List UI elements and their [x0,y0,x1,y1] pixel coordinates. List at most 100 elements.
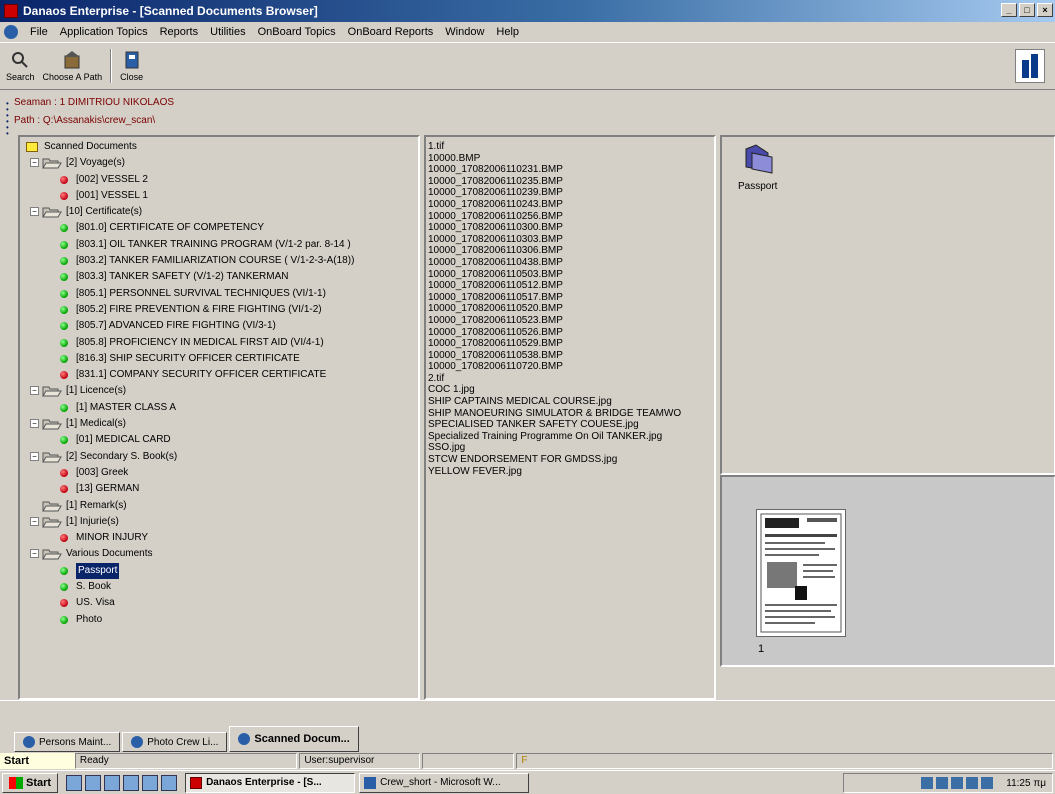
taskbar-word[interactable]: Crew_short - Microsoft W... [359,772,530,793]
tree-item[interactable]: − [1] Injurie(s) [20,514,418,530]
collapse-toggle[interactable]: − [30,549,39,559]
splitter-dots[interactable]: • • • • • • [6,100,10,138]
file-list-item[interactable]: 10000_17082006110256.BMP [426,211,714,223]
file-list-item[interactable]: YELLOW FEVER.jpg [426,466,714,478]
file-list-item[interactable]: 10000_17082006110243.BMP [426,199,714,211]
file-list-item[interactable]: 10000_17082006110529.BMP [426,338,714,350]
quick-launch-save-icon[interactable] [161,774,178,791]
file-list-item[interactable]: STCW ENDORSEMENT FOR GMDSS.jpg [426,454,714,466]
tree-item[interactable]: [13] GERMAN [20,481,418,497]
menu-reports[interactable]: Reports [154,26,205,38]
file-list-item[interactable]: Specialized Training Programme On Oil TA… [426,431,714,443]
tree-item[interactable]: − [2] Secondary S. Book(s) [20,449,418,465]
tab-scanned-documents[interactable]: Scanned Docum... [229,726,359,752]
file-list-item[interactable]: 10000_17082006110526.BMP [426,327,714,339]
file-list-item[interactable]: 10000_17082006110517.BMP [426,292,714,304]
menu-utilities[interactable]: Utilities [204,26,251,38]
tray-language-icon[interactable] [981,777,994,789]
tree-item[interactable]: [805.1] PERSONNEL SURVIVAL TECHNIQUES (V… [20,286,418,302]
tree-item[interactable]: [001] VESSEL 1 [20,188,418,204]
tree-item[interactable]: [1] MASTER CLASS A [20,400,418,416]
tree-item[interactable]: [801.0] CERTIFICATE OF COMPETENCY [20,220,418,236]
file-list-item[interactable]: SPECIALISED TANKER SAFETY COUESE.jpg [426,419,714,431]
file-list-item[interactable]: 10000_17082006110235.BMP [426,176,714,188]
tree-item[interactable]: − [2] Voyage(s) [20,155,418,171]
file-list-item[interactable]: COC 1.jpg [426,384,714,396]
file-list-item[interactable]: 10000_17082006110520.BMP [426,303,714,315]
menu-file[interactable]: File [24,26,54,38]
quick-launch-desktop-icon[interactable] [66,774,83,791]
collapse-toggle[interactable]: − [30,516,39,526]
tree-item[interactable]: [805.2] FIRE PREVENTION & FIRE FIGHTING … [20,302,418,318]
menu-window[interactable]: Window [439,26,490,38]
menu-onboard-topics[interactable]: OnBoard Topics [252,26,342,38]
collapse-toggle[interactable]: − [30,158,39,168]
tree-item[interactable]: [803.1] OIL TANKER TRAINING PROGRAM (V/1… [20,237,418,253]
tree-item[interactable]: − [1] Medical(s) [20,416,418,432]
maximize-button[interactable]: □ [1019,3,1035,17]
quick-launch-app-icon[interactable] [104,774,121,791]
scanned-page-thumbnail[interactable] [756,509,846,637]
file-list-item[interactable]: 10000_17082006110300.BMP [426,222,714,234]
taskbar-danaos[interactable]: Danaos Enterprise - [S... [185,772,356,793]
start-button[interactable]: Start [2,772,59,793]
tray-app-icon[interactable] [966,777,979,789]
file-list-item[interactable]: SHIP CAPTAINS MEDICAL COURSE.jpg [426,396,714,408]
choose-path-button[interactable]: Choose A Path [43,50,102,82]
file-list-item[interactable]: 10000_17082006110503.BMP [426,269,714,281]
tree-item[interactable]: US. Visa [20,595,418,611]
menu-help[interactable]: Help [490,26,525,38]
tree-item[interactable]: Scanned Documents [20,139,418,155]
file-list-item[interactable]: 10000_17082006110306.BMP [426,245,714,257]
menu-onboard-reports[interactable]: OnBoard Reports [342,26,440,38]
search-button[interactable]: Search [6,50,35,82]
quick-launch-app-icon[interactable] [85,774,102,791]
tree-item[interactable]: Photo [20,612,418,628]
collapse-toggle[interactable]: − [30,207,39,217]
tray-app-icon[interactable] [951,777,964,789]
file-list-item[interactable]: 10000_17082006110303.BMP [426,234,714,246]
tree-item[interactable]: [003] Greek [20,465,418,481]
tree-item[interactable]: MINOR INJURY [20,530,418,546]
tree-item[interactable]: − Various Documents [20,546,418,562]
tree-item[interactable]: [803.2] TANKER FAMILIARIZATION COURSE ( … [20,253,418,269]
tray-network-icon[interactable] [921,777,934,789]
tree-item[interactable]: [805.8] PROFICIENCY IN MEDICAL FIRST AID… [20,335,418,351]
document-tree[interactable]: Scanned Documents − [2] Voyage(s) [002] VES… [18,135,420,700]
tray-app-icon[interactable] [936,777,949,789]
window-title-bar[interactable]: Danaos Enterprise - [Scanned Documents B… [0,0,1055,22]
tree-item[interactable]: [805.7] ADVANCED FIRE FIGHTING (VI/3-1) [20,318,418,334]
file-list-item[interactable]: 1.tif [426,141,714,153]
tree-item[interactable]: S. Book [20,579,418,595]
quick-launch-explorer-icon[interactable] [142,774,159,791]
collapse-toggle[interactable]: − [30,419,39,429]
collapse-toggle[interactable]: − [30,451,39,461]
tree-item[interactable]: − [1] Licence(s) [20,383,418,399]
file-list-item[interactable]: 2.tif [426,373,714,385]
file-list-item[interactable]: 10000_17082006110512.BMP [426,280,714,292]
tree-item[interactable]: [01] MEDICAL CARD [20,432,418,448]
close-window-button[interactable]: × [1037,3,1053,17]
app-menu-icon[interactable] [4,25,18,39]
file-list-item[interactable]: 10000_17082006110523.BMP [426,315,714,327]
tab-photo-crew[interactable]: Photo Crew Li... [122,732,228,752]
passport-folder-icon[interactable] [742,143,776,175]
tree-item[interactable]: [002] VESSEL 2 [20,172,418,188]
tree-item[interactable]: − [10] Certificate(s) [20,204,418,220]
tree-item[interactable]: Passport [20,562,418,579]
file-list[interactable]: 1.tif 10000.BMP 10000_17082006110231.BMP 10… [424,135,716,700]
tab-persons-maint[interactable]: Persons Maint... [14,732,121,752]
menu-application-topics[interactable]: Application Topics [54,26,154,38]
file-list-item[interactable]: 10000_17082006110538.BMP [426,350,714,362]
tree-item[interactable]: [803.3] TANKER SAFETY (V/1-2) TANKERMAN [20,269,418,285]
file-list-item[interactable]: 10000_17082006110231.BMP [426,164,714,176]
tree-item[interactable]: [831.1] COMPANY SECURITY OFFICER CERTIFI… [20,367,418,383]
file-list-item[interactable]: SSO.jpg [426,442,714,454]
collapse-toggle[interactable]: − [30,386,39,396]
file-list-item[interactable]: 10000_17082006110438.BMP [426,257,714,269]
file-list-item[interactable]: 10000.BMP [426,153,714,165]
minimize-button[interactable]: _ [1001,3,1017,17]
file-list-item[interactable]: SHIP MANOEURING SIMULATOR & BRIDGE TEAMW… [426,408,714,420]
close-button[interactable]: Close [120,50,143,82]
file-list-item[interactable]: 10000_17082006110720.BMP [426,361,714,373]
